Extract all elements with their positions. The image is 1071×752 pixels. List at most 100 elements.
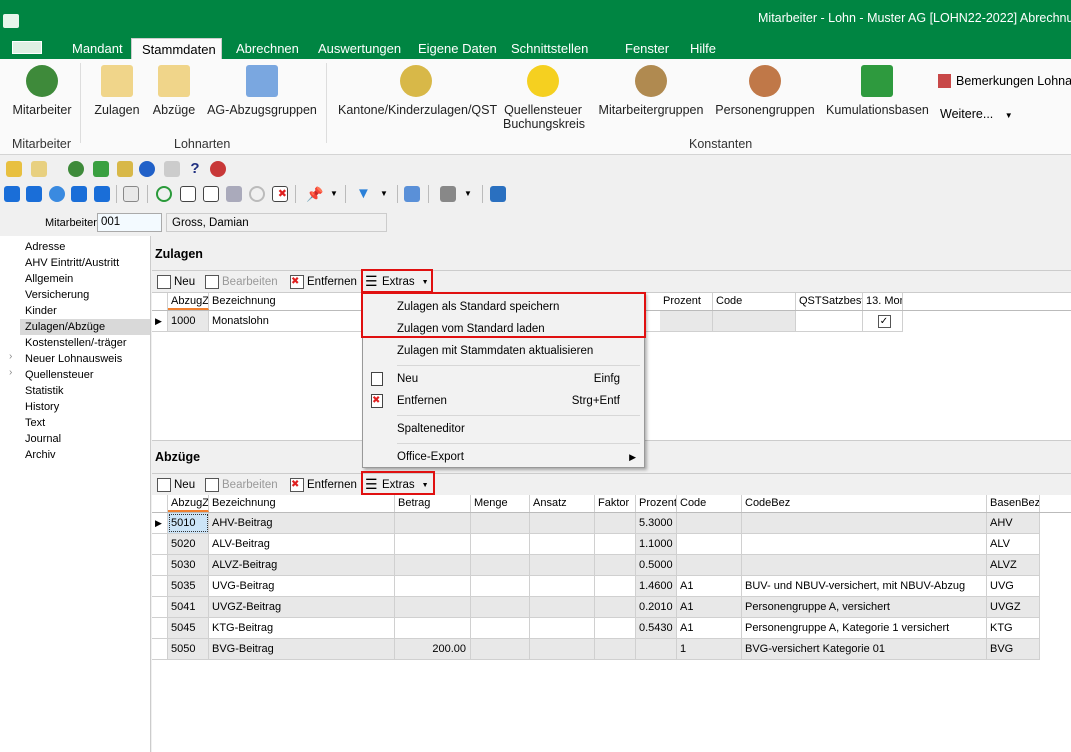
cell-ansatz[interactable] (530, 597, 595, 617)
new-button[interactable]: Neu (157, 275, 195, 289)
tab-auswertungen[interactable]: Auswertungen (308, 38, 411, 59)
cell-codebez[interactable]: Personengruppe A, versichert (742, 597, 987, 617)
cell-betrag[interactable] (395, 597, 471, 617)
cell-bezeichnung[interactable]: UVGZ-Beitrag (209, 597, 395, 617)
mitarbeiter-button[interactable]: Mitarbeiter (10, 59, 74, 117)
column-header[interactable]: CodeBez (742, 495, 987, 512)
database-icon[interactable] (6, 161, 22, 177)
cell-codebez[interactable]: Personengruppe A, Kategorie 1 versichert (742, 618, 987, 638)
kantone-button[interactable]: Kantone/Kinderzulagen/QST (338, 59, 497, 117)
cell-nr[interactable]: 5030 (168, 555, 209, 575)
cell-nr[interactable]: 5010 (168, 513, 209, 533)
cell-code[interactable] (713, 311, 796, 331)
cell-betrag[interactable] (395, 534, 471, 554)
sidebar-item[interactable]: Adresse (25, 239, 65, 255)
new-record-icon[interactable] (180, 186, 196, 202)
table-row[interactable]: 5035 UVG-Beitrag 1.4600 A1 BUV- und NBUV-ver… (152, 576, 1040, 597)
column-header[interactable]: Ansatz (530, 495, 595, 512)
cell-menge[interactable] (471, 618, 530, 638)
cell-faktor[interactable] (595, 555, 636, 575)
cell-prozent[interactable]: 1.4600 (636, 576, 677, 596)
cell-basenbez[interactable]: UVGZ (987, 597, 1040, 617)
menu-item-update-stammdaten[interactable]: Zulagen mit Stammdaten aktualisieren (363, 340, 644, 362)
last-record-icon[interactable] (94, 186, 110, 202)
cell-basenbez[interactable]: ALV (987, 534, 1040, 554)
cell-menge[interactable] (471, 534, 530, 554)
cell-basenbez[interactable]: KTG (987, 618, 1040, 638)
cell-faktor[interactable] (595, 534, 636, 554)
app-menu-button[interactable] (12, 41, 42, 54)
column-header[interactable]: BasenBez (987, 495, 1040, 512)
cell-ansatz[interactable] (530, 513, 595, 533)
cell-code[interactable] (677, 555, 742, 575)
table-row[interactable]: ▶ 5010 AHV-Beitrag 5.3000 AHV (152, 513, 1040, 534)
tab-eigene-daten[interactable]: Eigene Daten (408, 38, 507, 59)
new-button[interactable]: Neu (157, 478, 195, 492)
cell-codebez[interactable]: BVG-versichert Kategorie 01 (742, 639, 987, 659)
cell-basenbez[interactable]: ALVZ (987, 555, 1040, 575)
cell-ansatz[interactable] (530, 576, 595, 596)
next-record-icon[interactable] (71, 186, 87, 202)
checkbox[interactable]: ✓ (877, 315, 891, 328)
sidebar-item[interactable]: Archiv (25, 447, 56, 463)
chevron-right-icon[interactable]: › (9, 367, 12, 378)
cell-prozent[interactable] (660, 311, 713, 331)
sidebar-item[interactable]: Neuer Lohnausweis (25, 351, 122, 367)
cell-betrag[interactable] (395, 513, 471, 533)
cell-bezeichnung[interactable]: AHV-Beitrag (209, 513, 395, 533)
extras-button[interactable]: ☰ Extras ▼ (365, 477, 429, 492)
menu-item-entfernen[interactable]: ✖ Entfernen Strg+Entf (363, 390, 644, 412)
sidebar-item[interactable]: Journal (25, 431, 61, 447)
column-header[interactable]: Menge (471, 495, 530, 512)
column-header[interactable]: AbzugZi (168, 293, 209, 310)
table-row[interactable]: 5045 KTG-Beitrag 0.5430 A1 Personengruppe A,… (152, 618, 1040, 639)
ag-abzugsgruppen-button[interactable]: AG-Abzugsgruppen (206, 59, 318, 117)
tab-hilfe[interactable]: Hilfe (680, 38, 726, 59)
cell-codebez[interactable]: BUV- und NBUV-versichert, mit NBUV-Abzug (742, 576, 987, 596)
print-icon[interactable] (440, 186, 456, 202)
table-row[interactable]: 5030 ALVZ-Beitrag 0.5000 ALVZ (152, 555, 1040, 576)
menu-item-neu[interactable]: Neu Einfg (363, 368, 644, 390)
cell-code[interactable]: A1 (677, 576, 742, 596)
cell-betrag[interactable]: 200.00 (395, 639, 471, 659)
cell-bezeichnung[interactable]: BVG-Beitrag (209, 639, 395, 659)
cell-menge[interactable] (471, 597, 530, 617)
cell-prozent[interactable]: 0.5000 (636, 555, 677, 575)
kumulationsbasen-button[interactable]: Kumulationsbasen (826, 59, 929, 117)
copy-icon[interactable] (203, 186, 219, 202)
sidebar-item[interactable]: Versicherung (25, 287, 89, 303)
exit-door-icon[interactable] (490, 186, 506, 202)
cell-betrag[interactable] (395, 555, 471, 575)
cell-basenbez[interactable]: AHV (987, 513, 1040, 533)
delete-button[interactable]: ✖ Entfernen (290, 275, 357, 289)
cell-prozent[interactable]: 0.5430 (636, 618, 677, 638)
column-header[interactable]: QSTSatzbest (796, 293, 863, 310)
person-icon[interactable] (68, 161, 84, 177)
cell-menge[interactable] (471, 639, 530, 659)
column-header[interactable]: Bezeichnung (209, 495, 395, 512)
refresh-icon[interactable] (156, 186, 172, 202)
column-header[interactable]: Prozent (636, 495, 677, 512)
cell-code[interactable] (677, 534, 742, 554)
cell-faktor[interactable] (595, 513, 636, 533)
cell-nr[interactable]: 5020 (168, 534, 209, 554)
column-header[interactable]: Faktor (595, 495, 636, 512)
cell-nr[interactable]: 5041 (168, 597, 209, 617)
chevron-right-icon[interactable]: › (9, 351, 12, 362)
extras-button[interactable]: ☰ Extras ▼ (365, 274, 429, 289)
cell-bezeichnung[interactable]: ALVZ-Beitrag (209, 555, 395, 575)
document-icon[interactable] (117, 161, 133, 177)
cell-prozent[interactable]: 5.3000 (636, 513, 677, 533)
cell-menge[interactable] (471, 555, 530, 575)
cell-menge[interactable] (471, 513, 530, 533)
zulagen-button[interactable]: Zulagen (92, 59, 142, 117)
column-header[interactable]: 13. Mon (863, 293, 903, 310)
chevron-down-icon[interactable]: ▼ (464, 186, 480, 202)
cell-codebez[interactable] (742, 534, 987, 554)
column-header[interactable]: Prozent (660, 293, 713, 310)
tab-mandant[interactable]: Mandant (62, 38, 133, 59)
sidebar-item[interactable]: Text (25, 415, 45, 431)
tab-schnittstellen[interactable]: Schnittstellen (501, 38, 598, 59)
sidebar-item[interactable]: Allgemein (25, 271, 73, 287)
delete-icon[interactable]: ✖ (272, 186, 288, 202)
